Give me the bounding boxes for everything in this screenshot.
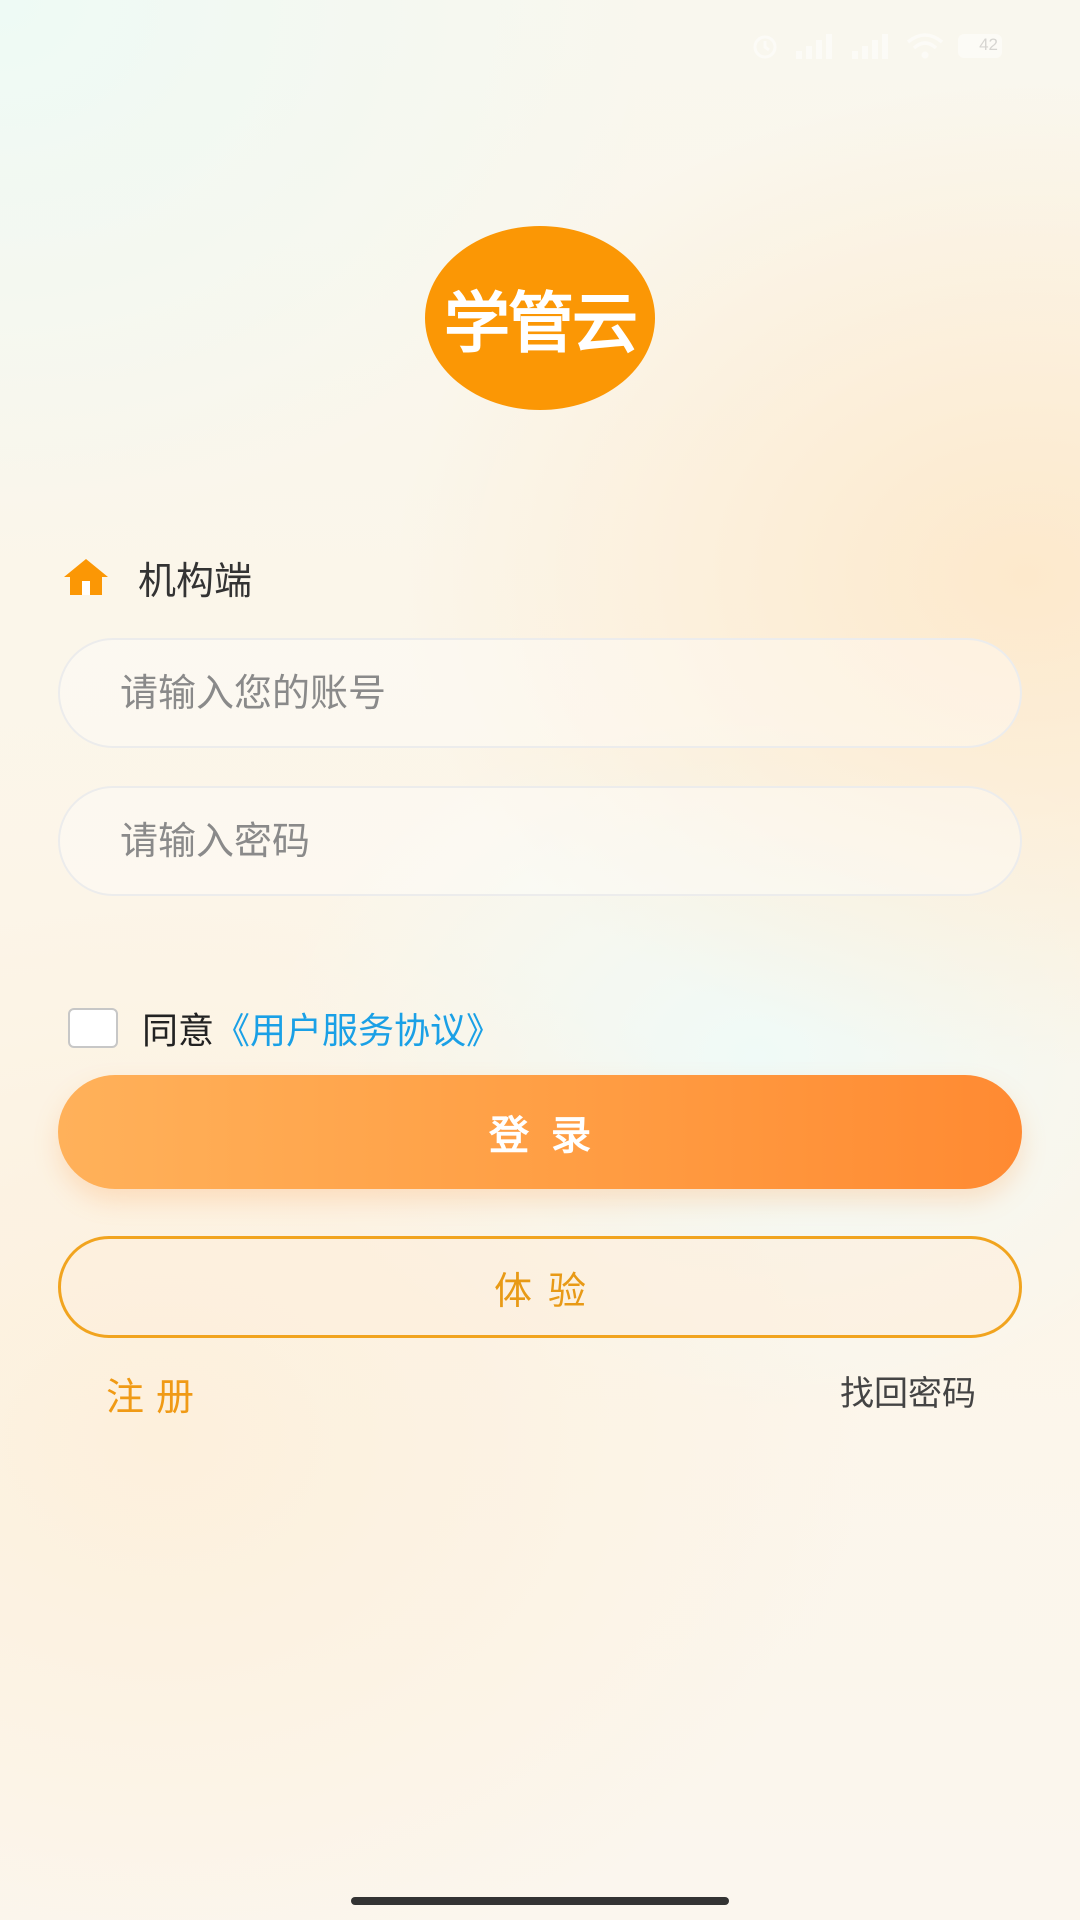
- password-input[interactable]: [60, 788, 1020, 894]
- agreement-row: 同意 《用户服务协议》: [68, 1003, 502, 1053]
- app-logo: 学管云: [425, 226, 655, 410]
- agreement-checkbox[interactable]: [68, 1008, 118, 1048]
- battery-icon: 42: [958, 34, 1002, 58]
- app-logo-text: 学管云: [444, 285, 638, 362]
- signal-icon: [796, 34, 832, 59]
- role-label: 机构端: [138, 558, 253, 603]
- account-input[interactable]: [60, 640, 1020, 746]
- signal-icon: [852, 34, 888, 59]
- role-indicator: 机构端: [62, 552, 253, 603]
- battery-level: 42: [979, 35, 998, 54]
- forgot-password-link[interactable]: 找回密码: [840, 1366, 976, 1415]
- trial-button-label: 体验: [493, 1268, 602, 1313]
- home-indicator[interactable]: [351, 1897, 729, 1905]
- wifi-icon: [906, 33, 944, 59]
- account-field-wrapper: [58, 638, 1022, 748]
- alarm-icon: [753, 35, 777, 59]
- user-agreement-link[interactable]: 《用户服务协议》: [214, 1002, 502, 1054]
- agreement-prefix: 同意: [142, 1011, 215, 1052]
- status-bar: 42: [750, 26, 1002, 66]
- trial-button[interactable]: 体验: [58, 1236, 1022, 1338]
- login-button-label: 登录: [489, 1113, 613, 1159]
- home-icon: [64, 559, 108, 595]
- login-button[interactable]: 登录: [58, 1075, 1022, 1189]
- register-link[interactable]: 注册: [106, 1366, 206, 1421]
- password-field-wrapper: [58, 786, 1022, 896]
